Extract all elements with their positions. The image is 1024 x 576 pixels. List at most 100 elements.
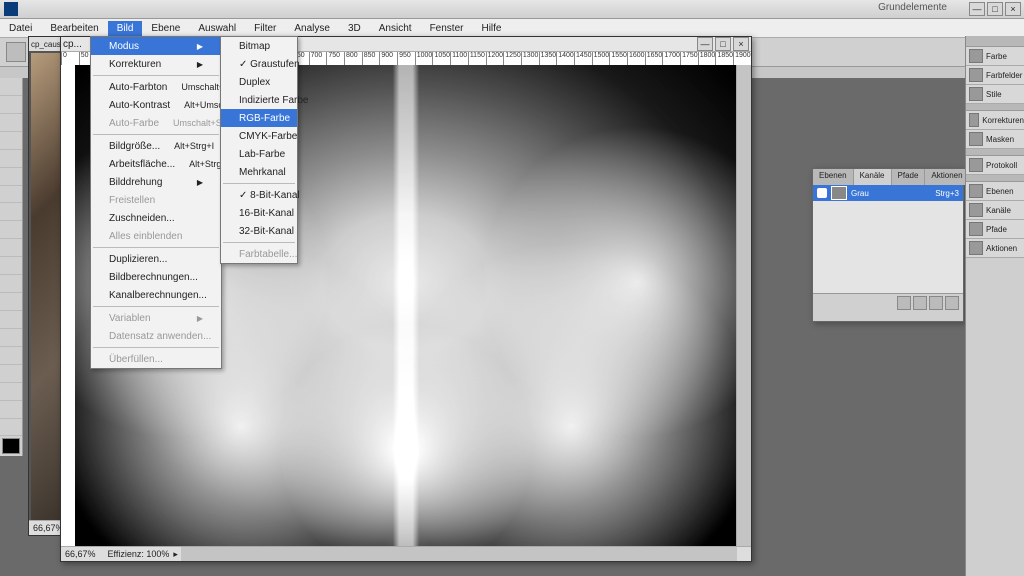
ruler-tick: 1600: [627, 52, 645, 66]
dock-aktionen[interactable]: Aktionen: [966, 239, 1024, 258]
tool-2[interactable]: [0, 114, 22, 132]
channel-list[interactable]: Grau Strg+3: [813, 185, 963, 293]
close-button[interactable]: ×: [1005, 2, 1021, 16]
menuitem-korrekturen[interactable]: Korrekturen: [91, 55, 221, 73]
menuitem-zuschneiden-[interactable]: Zuschneiden...: [91, 209, 221, 227]
tool-15[interactable]: [0, 347, 22, 365]
menu-hilfe[interactable]: Hilfe: [472, 21, 510, 36]
tool-10[interactable]: [0, 257, 22, 275]
save-selection-icon[interactable]: [913, 296, 927, 310]
menuitem-bildberechnungen-[interactable]: Bildberechnungen...: [91, 268, 221, 286]
tool-preset-icon[interactable]: [6, 42, 26, 62]
dock-ebenen[interactable]: Ebenen: [966, 182, 1024, 201]
menu-ansicht[interactable]: Ansicht: [370, 21, 421, 36]
tool-17[interactable]: [0, 383, 22, 401]
doc-minimize-button[interactable]: —: [697, 37, 713, 51]
channel-row-grau[interactable]: Grau Strg+3: [813, 185, 963, 201]
tool-16[interactable]: [0, 365, 22, 383]
dock-masken[interactable]: Masken: [966, 130, 1024, 149]
tool-18[interactable]: [0, 401, 22, 419]
panel-tab-ebenen[interactable]: Ebenen: [813, 169, 854, 185]
menuitem-cmyk-farbe[interactable]: CMYK-Farbe: [221, 127, 297, 145]
menu-auswahl[interactable]: Auswahl: [189, 21, 245, 36]
menuitem-arbeitsfl-che-[interactable]: Arbeitsfläche...Alt+Strg+C: [91, 155, 221, 173]
tool-0[interactable]: [0, 78, 22, 96]
menu-analyse[interactable]: Analyse: [285, 21, 339, 36]
channels-panel[interactable]: EbenenKanälePfadeAktionen Grau Strg+3: [812, 168, 964, 322]
menuitem-lab-farbe[interactable]: Lab-Farbe: [221, 145, 297, 163]
delete-channel-icon[interactable]: [945, 296, 959, 310]
menuitem-mehrkanal[interactable]: Mehrkanal: [221, 163, 297, 181]
tool-1[interactable]: [0, 96, 22, 114]
menuitem-16-bit-kanal[interactable]: 16-Bit-Kanal: [221, 204, 297, 222]
tool-19[interactable]: [0, 419, 22, 437]
tool-4[interactable]: [0, 150, 22, 168]
app-title: Grundelemente: [878, 2, 947, 16]
menuitem-auto-farbton[interactable]: Auto-FarbtonUmschalt+Strg+L: [91, 78, 221, 96]
menu-ebene[interactable]: Ebene: [142, 21, 189, 36]
tool-7[interactable]: [0, 203, 22, 221]
dock-farbfelder[interactable]: Farbfelder: [966, 66, 1024, 85]
tool-12[interactable]: [0, 293, 22, 311]
toolbox: [0, 78, 23, 456]
menuitem-bilddrehung[interactable]: Bilddrehung: [91, 173, 221, 191]
tool-14[interactable]: [0, 329, 22, 347]
dock-pfade[interactable]: Pfade: [966, 220, 1024, 239]
doc-close-button[interactable]: ×: [733, 37, 749, 51]
vertical-scrollbar[interactable]: [736, 65, 751, 547]
panel-tab-kanäle[interactable]: Kanäle: [854, 169, 892, 185]
dock-protokoll[interactable]: Protokoll: [966, 156, 1024, 175]
tool-13[interactable]: [0, 311, 22, 329]
tool-5[interactable]: [0, 168, 22, 186]
horizontal-scrollbar[interactable]: [181, 546, 737, 561]
ruler-tick: 1350: [539, 52, 557, 66]
menuitem-rgb-farbe[interactable]: RGB-Farbe: [221, 109, 297, 127]
doc-maximize-button[interactable]: □: [715, 37, 731, 51]
panel-tab-pfade[interactable]: Pfade: [892, 169, 926, 185]
menu-fenster[interactable]: Fenster: [421, 21, 473, 36]
menuitem-indizierte-farbe[interactable]: Indizierte Farbe: [221, 91, 297, 109]
protokoll-icon: [969, 158, 983, 172]
load-selection-icon[interactable]: [897, 296, 911, 310]
ruler-tick: 1000: [415, 52, 433, 66]
modus-submenu[interactable]: Bitmap✓ GraustufenDuplexIndizierte Farbe…: [220, 36, 298, 264]
menu-3d[interactable]: 3D: [339, 21, 370, 36]
dock-kanäle[interactable]: Kanäle: [966, 201, 1024, 220]
vertical-ruler: [61, 65, 76, 547]
menuitem-freistellen: Freistellen: [91, 191, 221, 209]
tool-9[interactable]: [0, 239, 22, 257]
menu-bearbeiten[interactable]: Bearbeiten: [41, 21, 107, 36]
tool-8[interactable]: [0, 221, 22, 239]
ruler-tick: 1050: [432, 52, 450, 66]
tool-3[interactable]: [0, 132, 22, 150]
menuitem-32-bit-kanal[interactable]: 32-Bit-Kanal: [221, 222, 297, 240]
menuitem-duplizieren-[interactable]: Duplizieren...: [91, 250, 221, 268]
ruler-tick: 950: [397, 52, 415, 66]
maximize-button[interactable]: □: [987, 2, 1003, 16]
menuitem-kanalberechnungen-[interactable]: Kanalberechnungen...: [91, 286, 221, 304]
menuitem-bildgr-e-[interactable]: Bildgröße...Alt+Strg+I: [91, 137, 221, 155]
dock-farbe[interactable]: Farbe: [966, 47, 1024, 66]
panel-tab-aktionen[interactable]: Aktionen: [925, 169, 969, 185]
stile-icon: [969, 87, 983, 101]
menuitem-bitmap[interactable]: Bitmap: [221, 37, 297, 55]
menuitem-graustufen[interactable]: ✓ Graustufen: [221, 55, 297, 73]
tool-11[interactable]: [0, 275, 22, 293]
dock-collapse-handle[interactable]: [966, 36, 1024, 47]
dock-korrekturen[interactable]: Korrekturen: [966, 111, 1024, 130]
menu-filter[interactable]: Filter: [245, 21, 285, 36]
foreground-swatch[interactable]: [2, 438, 20, 454]
menuitem-8-bit-kanal[interactable]: ✓ 8-Bit-Kanal: [221, 186, 297, 204]
menu-bild[interactable]: Bild: [108, 21, 143, 36]
dock-stile[interactable]: Stile: [966, 85, 1024, 104]
ruler-tick: 1650: [645, 52, 663, 66]
visibility-icon[interactable]: [817, 188, 827, 198]
menuitem-duplex[interactable]: Duplex: [221, 73, 297, 91]
menu-datei[interactable]: Datei: [0, 21, 41, 36]
new-channel-icon[interactable]: [929, 296, 943, 310]
bild-menu[interactable]: ModusKorrekturen Auto-FarbtonUmschalt+Str…: [90, 36, 222, 369]
tool-6[interactable]: [0, 186, 22, 204]
menuitem-modus[interactable]: Modus: [91, 37, 221, 55]
minimize-button[interactable]: —: [969, 2, 985, 16]
menuitem-auto-kontrast[interactable]: Auto-KontrastAlt+Umschalt+Strg+L: [91, 96, 221, 114]
